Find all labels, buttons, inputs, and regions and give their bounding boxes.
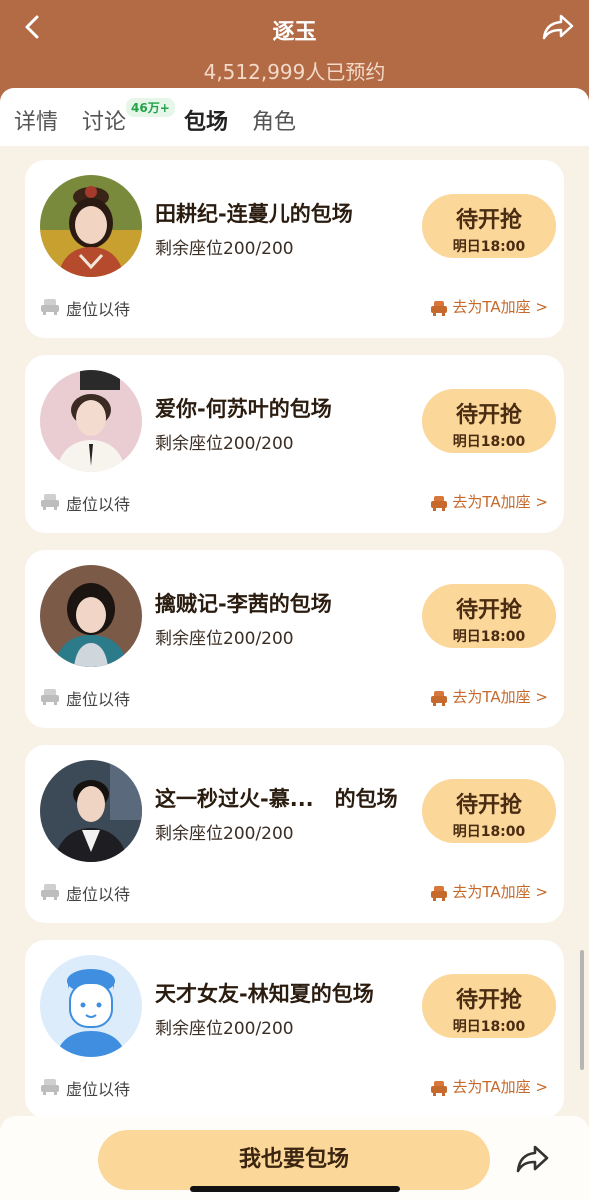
grab-time: 明日18:00 <box>452 824 526 840</box>
add-seat-label: 去为TA加座 > <box>452 493 548 511</box>
screening-title: 爱你-何苏叶的包场 <box>155 397 332 421</box>
pending-grab-button[interactable]: 待开抢 明日18:00 <box>422 194 556 258</box>
seat-icon <box>41 299 59 315</box>
pending-grab-button[interactable]: 待开抢 明日18:00 <box>422 584 556 648</box>
share-arrow-icon[interactable] <box>514 1142 550 1176</box>
remaining-seats: 剩余座位200/200 <box>155 239 294 259</box>
grab-label: 待开抢 <box>455 208 522 233</box>
page-title: 逐玉 <box>272 20 317 45</box>
pending-grab-button[interactable]: 待开抢 明日18:00 <box>422 389 556 453</box>
vacant-seat-label: 虚位以待 <box>66 690 131 709</box>
vacant-seat-label: 虚位以待 <box>66 495 131 514</box>
grab-time: 明日18:00 <box>452 239 526 255</box>
screening-card[interactable]: 这一秒过火-慕... 的包场 剩余座位200/200 待开抢 明日18:00 虚… <box>25 745 564 923</box>
seat-icon <box>431 496 448 511</box>
seat-icon <box>41 494 59 510</box>
tab-details[interactable]: 详情 <box>14 104 58 136</box>
avatar <box>40 565 142 667</box>
tab-bar: 详情 讨论 46万+ 包场 角色 <box>0 88 589 146</box>
seat-icon <box>41 884 59 900</box>
avatar <box>40 175 142 277</box>
remaining-seats: 剩余座位200/200 <box>155 1019 294 1039</box>
vacant-seat-label: 虚位以待 <box>66 1080 131 1099</box>
remaining-seats: 剩余座位200/200 <box>155 434 294 454</box>
home-indicator <box>190 1186 400 1192</box>
screening-card[interactable]: 爱你-何苏叶的包场 剩余座位200/200 待开抢 明日18:00 虚位以待 去… <box>25 355 564 533</box>
add-seat-label: 去为TA加座 > <box>452 1078 548 1096</box>
tab-characters[interactable]: 角色 <box>252 104 296 136</box>
screening-title: 天才女友-林知夏的包场 <box>155 982 374 1006</box>
add-seat-label: 去为TA加座 > <box>452 688 548 706</box>
grab-label: 待开抢 <box>455 988 522 1013</box>
seat-icon <box>41 689 59 705</box>
grab-label: 待开抢 <box>455 793 522 818</box>
screening-card[interactable]: 田耕纪-连蔓儿的包场 剩余座位200/200 待开抢 明日18:00 虚位以待 … <box>25 160 564 338</box>
seat-icon <box>431 691 448 706</box>
seat-icon <box>431 886 448 901</box>
add-seat-label: 去为TA加座 > <box>452 883 548 901</box>
tab-discussion[interactable]: 讨论 <box>82 104 126 136</box>
grab-label: 待开抢 <box>455 598 522 623</box>
grab-time: 明日18:00 <box>452 434 526 450</box>
screening-title: 擒贼记-李茜的包场 <box>155 592 332 616</box>
add-seat-label: 去为TA加座 > <box>452 298 548 316</box>
discussion-count-badge: 46万+ <box>126 98 175 117</box>
grab-time: 明日18:00 <box>452 1019 526 1035</box>
scrollbar[interactable] <box>580 950 584 1070</box>
bottom-action-bar: 我也要包场 <box>0 1116 589 1200</box>
add-seat-link[interactable]: 去为TA加座 > <box>430 881 548 902</box>
screening-list: 田耕纪-连蔓儿的包场 剩余座位200/200 待开抢 明日18:00 虚位以待 … <box>0 146 589 1118</box>
tab-private-screening[interactable]: 包场 <box>184 104 228 136</box>
avatar <box>40 955 142 1057</box>
screening-title: 田耕纪-连蔓儿的包场 <box>155 202 353 226</box>
book-screening-button[interactable]: 我也要包场 <box>98 1130 490 1190</box>
seat-icon <box>431 301 448 316</box>
screening-card[interactable]: 擒贼记-李茜的包场 剩余座位200/200 待开抢 明日18:00 虚位以待 去… <box>25 550 564 728</box>
reservation-count: 4,512,999人已预约 <box>203 60 386 84</box>
avatar <box>40 760 142 862</box>
screening-title: 这一秒过火-慕... 的包场 <box>155 787 398 811</box>
pending-grab-button[interactable]: 待开抢 明日18:00 <box>422 974 556 1038</box>
pending-grab-button[interactable]: 待开抢 明日18:00 <box>422 779 556 843</box>
add-seat-link[interactable]: 去为TA加座 > <box>430 1076 548 1097</box>
remaining-seats: 剩余座位200/200 <box>155 629 294 649</box>
share-arrow-icon[interactable] <box>541 12 575 42</box>
grab-label: 待开抢 <box>455 403 522 428</box>
grab-time: 明日18:00 <box>452 629 526 645</box>
add-seat-link[interactable]: 去为TA加座 > <box>430 296 548 317</box>
seat-icon <box>41 1079 59 1095</box>
add-seat-link[interactable]: 去为TA加座 > <box>430 491 548 512</box>
avatar <box>40 370 142 472</box>
remaining-seats: 剩余座位200/200 <box>155 824 294 844</box>
add-seat-link[interactable]: 去为TA加座 > <box>430 686 548 707</box>
vacant-seat-label: 虚位以待 <box>66 300 131 319</box>
vacant-seat-label: 虚位以待 <box>66 885 131 904</box>
screening-card[interactable]: 天才女友-林知夏的包场 剩余座位200/200 待开抢 明日18:00 虚位以待… <box>25 940 564 1118</box>
seat-icon <box>431 1081 448 1096</box>
